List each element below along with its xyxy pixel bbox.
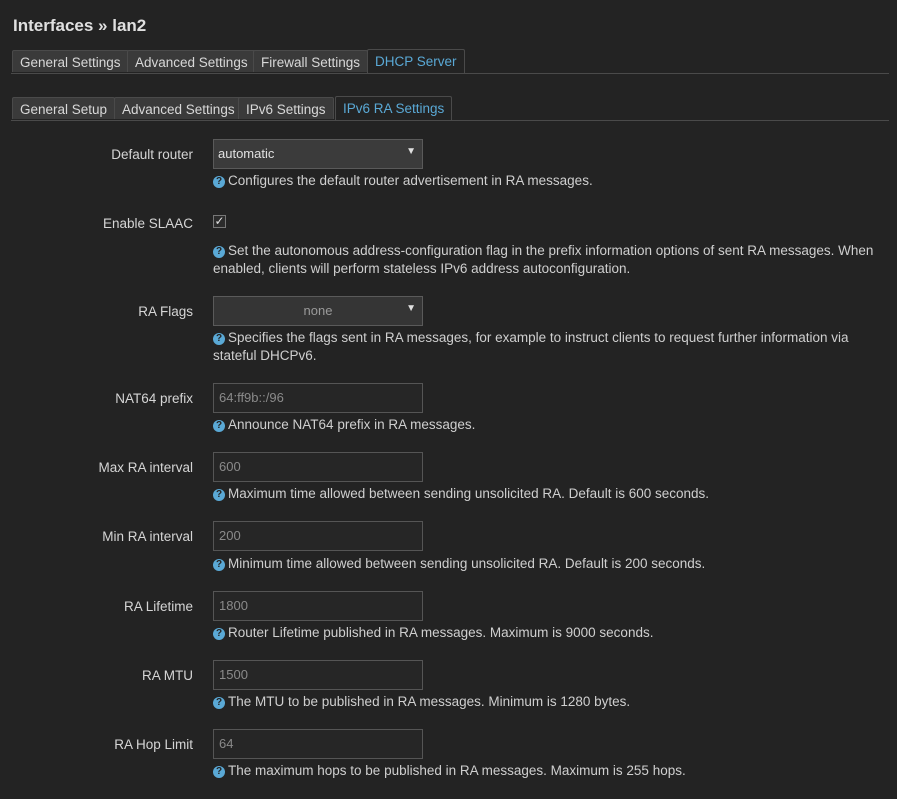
caret-down-icon: ▼ — [406, 146, 416, 157]
ra-flags-help: ? Specifies the flags sent in RA messages… — [213, 330, 849, 363]
main-tabbar: General Settings Advanced Settings Firew… — [11, 48, 889, 74]
nat64-help: ? Announce NAT64 prefix in RA messages. — [213, 416, 883, 434]
slaac-help: ? Set the autonomous address-configuratio… — [213, 243, 874, 276]
tab-ipv6-settings[interactable]: IPv6 Settings — [238, 97, 334, 119]
ra-hoplimit-label: RA Hop Limit — [114, 737, 193, 752]
caret-down-icon: ▼ — [406, 303, 416, 314]
slaac-label: Enable SLAAC — [102, 216, 193, 231]
nat64-input[interactable]: 64:ff9b::/96 — [213, 383, 423, 413]
sub-tabbar: General Setup Advanced Settings IPv6 Set… — [11, 95, 889, 121]
tab-dhcp-server[interactable]: DHCP Server — [367, 49, 465, 73]
default-router-label: Default router — [111, 147, 193, 162]
question-circle-icon: ? — [213, 559, 225, 571]
tab-advanced-settings[interactable]: Advanced Settings — [127, 50, 256, 72]
max-ra-label: Max RA interval — [98, 460, 193, 475]
ra-lifetime-input[interactable]: 1800 — [213, 591, 423, 621]
question-circle-icon: ? — [213, 333, 225, 345]
default-router-help: ? Configures the default router advertise… — [213, 172, 883, 190]
question-circle-icon: ? — [213, 697, 225, 709]
page-title: Interfaces » lan2 — [13, 16, 147, 35]
question-circle-icon: ? — [213, 420, 225, 432]
ra-flags-select[interactable]: none ▼ — [213, 296, 423, 326]
tab-general-setup[interactable]: General Setup — [12, 97, 116, 119]
ra-hoplimit-help: ? The maximum hops to be published in RA … — [213, 762, 883, 780]
min-ra-label: Min RA interval — [102, 529, 193, 544]
question-circle-icon: ? — [213, 766, 225, 778]
ra-flags-label: RA Flags — [138, 304, 193, 319]
ra-mtu-label: RA MTU — [141, 668, 193, 683]
ra-lifetime-label: RA Lifetime — [123, 599, 193, 614]
ra-mtu-input[interactable]: 1500 — [213, 660, 423, 690]
tab-sub-advanced-settings[interactable]: Advanced Settings — [114, 97, 243, 119]
min-ra-help: ? Minimum time allowed between sending un… — [213, 555, 883, 573]
max-ra-input[interactable]: 600 — [213, 452, 423, 482]
tab-firewall-settings[interactable]: Firewall Settings — [253, 50, 369, 72]
ra-hoplimit-input[interactable]: 64 — [213, 729, 423, 759]
default-router-value: automatic — [218, 146, 275, 161]
tab-general-settings[interactable]: General Settings — [12, 50, 129, 72]
question-circle-icon: ? — [213, 489, 225, 501]
ra-mtu-help: ? The MTU to be published in RA messages.… — [213, 693, 883, 711]
question-circle-icon: ? — [213, 628, 225, 640]
slaac-checkbox[interactable]: ✓ — [213, 215, 226, 228]
ra-flags-value: none — [303, 303, 333, 318]
max-ra-help: ? Maximum time allowed between sending un… — [213, 485, 883, 503]
question-circle-icon: ? — [213, 246, 225, 258]
min-ra-input[interactable]: 200 — [213, 521, 423, 551]
ra-lifetime-help: ? Router Lifetime published in RA message… — [213, 624, 883, 642]
nat64-label: NAT64 prefix — [115, 391, 193, 406]
tab-ipv6-ra-settings[interactable]: IPv6 RA Settings — [335, 96, 453, 120]
question-circle-icon: ? — [213, 176, 225, 188]
default-router-select[interactable]: automatic ▼ — [213, 139, 423, 169]
checkmark-icon: ✓ — [214, 214, 225, 228]
